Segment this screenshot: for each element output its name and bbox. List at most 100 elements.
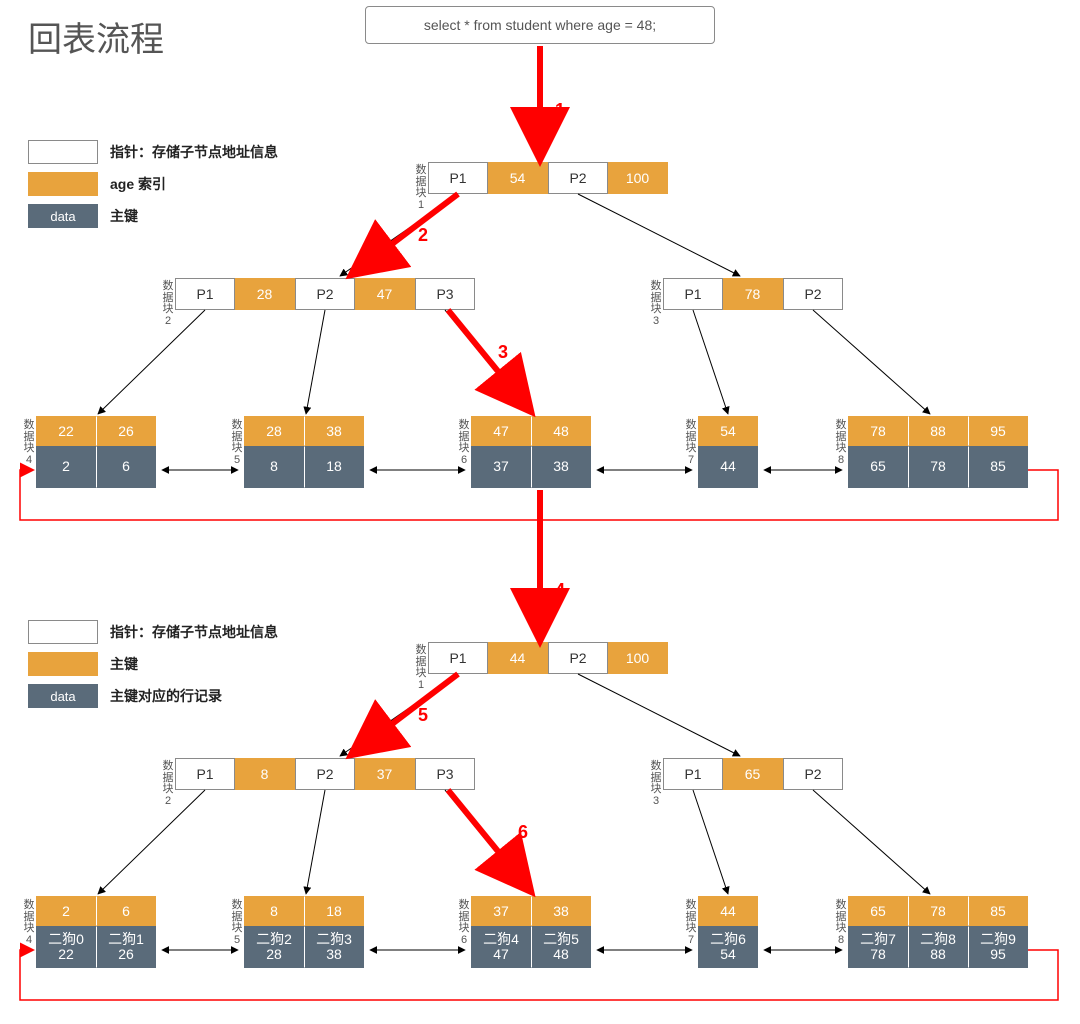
block-label: 数据块5 <box>231 900 243 946</box>
block-label: 数据块6 <box>458 420 470 466</box>
key: 78 <box>723 278 783 310</box>
diagram-title: 回表流程 <box>28 12 164 61</box>
swatch-data: data <box>28 684 98 708</box>
step-5: 5 <box>418 705 428 726</box>
t2-leaf6: 3738 二狗447 二狗548 <box>471 896 591 968</box>
block-label: 数据块2 <box>162 761 174 807</box>
block-label: 数据块4 <box>23 900 35 946</box>
t1-leaf4: 2226 26 <box>36 416 156 488</box>
leaf-key: 78 <box>908 896 968 926</box>
leaf-val: 二狗888 <box>908 926 968 968</box>
block-label: 数据块3 <box>650 281 662 327</box>
t2-leaf4: 26 二狗022 二狗126 <box>36 896 156 968</box>
leaf-key: 2 <box>36 896 96 926</box>
leaf-key: 54 <box>698 416 758 446</box>
leaf-key: 78 <box>848 416 908 446</box>
t2-leaf7: 44 二狗654 <box>698 896 758 968</box>
leaf-val: 二狗228 <box>244 926 304 968</box>
leaf-val: 65 <box>848 446 908 488</box>
leaf-val: 二狗126 <box>96 926 156 968</box>
t2-left: P1 8 P2 37 P3 <box>175 758 475 790</box>
legend-top: 指针：存储子节点地址信息 age 索引 data 主键 <box>28 138 288 234</box>
t2-leaf5: 818 二狗228 二狗338 <box>244 896 364 968</box>
t1-leaf8: 788895 657885 <box>848 416 1028 488</box>
leaf-val: 38 <box>531 446 591 488</box>
swatch-pointer <box>28 620 98 644</box>
leaf-val: 85 <box>968 446 1028 488</box>
ptr: P1 <box>428 642 488 674</box>
step-6: 6 <box>518 822 528 843</box>
leaf-val: 二狗447 <box>471 926 531 968</box>
leaf-key: 85 <box>968 896 1028 926</box>
ptr: P3 <box>415 278 475 310</box>
key: 37 <box>355 758 415 790</box>
block-label: 数据块7 <box>685 420 697 466</box>
ptr: P2 <box>548 162 608 194</box>
key: 65 <box>723 758 783 790</box>
leaf-key: 26 <box>96 416 156 446</box>
ptr: P2 <box>783 758 843 790</box>
leaf-key: 38 <box>531 896 591 926</box>
leaf-val: 78 <box>908 446 968 488</box>
leaf-key: 88 <box>908 416 968 446</box>
block-label: 数据块7 <box>685 900 697 946</box>
t1-root: P1 54 P2 100 <box>428 162 668 194</box>
leaf-val: 二狗654 <box>698 926 758 968</box>
block-label: 数据块8 <box>835 420 847 466</box>
block-label: 数据块3 <box>650 761 662 807</box>
leaf-key: 8 <box>244 896 304 926</box>
swatch-data: data <box>28 204 98 228</box>
leaf-key: 37 <box>471 896 531 926</box>
ptr: P1 <box>663 278 723 310</box>
block-label: 数据块6 <box>458 900 470 946</box>
legend-pk-label: 主键 <box>110 206 138 226</box>
legend-pointer-label: 指针：存储子节点地址信息 <box>110 142 278 162</box>
step-1: 1 <box>555 100 565 121</box>
legend-bottom: 指针：存储子节点地址信息 主键 data 主键对应的行记录 <box>28 618 288 714</box>
t2-root: P1 44 P2 100 <box>428 642 668 674</box>
leaf-key: 38 <box>304 416 364 446</box>
block-label: 数据块4 <box>23 420 35 466</box>
swatch-pointer <box>28 140 98 164</box>
ptr: P1 <box>175 278 235 310</box>
leaf-val: 6 <box>96 446 156 488</box>
leaf-val: 二狗022 <box>36 926 96 968</box>
leaf-key: 48 <box>531 416 591 446</box>
leaf-key: 22 <box>36 416 96 446</box>
leaf-val: 二狗548 <box>531 926 591 968</box>
leaf-key: 65 <box>848 896 908 926</box>
swatch-index <box>28 172 98 196</box>
t1-right: P1 78 P2 <box>663 278 843 310</box>
ptr: P1 <box>663 758 723 790</box>
leaf-key: 6 <box>96 896 156 926</box>
leaf-val: 2 <box>36 446 96 488</box>
leaf-val: 二狗338 <box>304 926 364 968</box>
key: 44 <box>488 642 548 674</box>
ptr: P2 <box>295 758 355 790</box>
block-label: 数据块5 <box>231 420 243 466</box>
block-label: 数据块1 <box>415 645 427 691</box>
step-2: 2 <box>418 225 428 246</box>
leaf-key: 18 <box>304 896 364 926</box>
key: 54 <box>488 162 548 194</box>
t1-left: P1 28 P2 47 P3 <box>175 278 475 310</box>
ptr: P2 <box>295 278 355 310</box>
leaf-val: 44 <box>698 446 758 488</box>
leaf-val: 二狗995 <box>968 926 1028 968</box>
legend-row-label: 主键对应的行记录 <box>110 686 222 706</box>
block-label: 数据块8 <box>835 900 847 946</box>
leaf-key: 44 <box>698 896 758 926</box>
legend-pointer-label: 指针：存储子节点地址信息 <box>110 622 278 642</box>
block-label: 数据块1 <box>415 165 427 211</box>
key: 28 <box>235 278 295 310</box>
key: 100 <box>608 162 668 194</box>
leaf-val: 37 <box>471 446 531 488</box>
t1-leaf6: 4748 3738 <box>471 416 591 488</box>
sql-query-box: select * from student where age = 48; <box>365 6 715 44</box>
legend-index-label: age 索引 <box>110 174 166 194</box>
leaf-key: 95 <box>968 416 1028 446</box>
step-3: 3 <box>498 342 508 363</box>
leaf-val: 二狗778 <box>848 926 908 968</box>
ptr: P1 <box>175 758 235 790</box>
key: 47 <box>355 278 415 310</box>
